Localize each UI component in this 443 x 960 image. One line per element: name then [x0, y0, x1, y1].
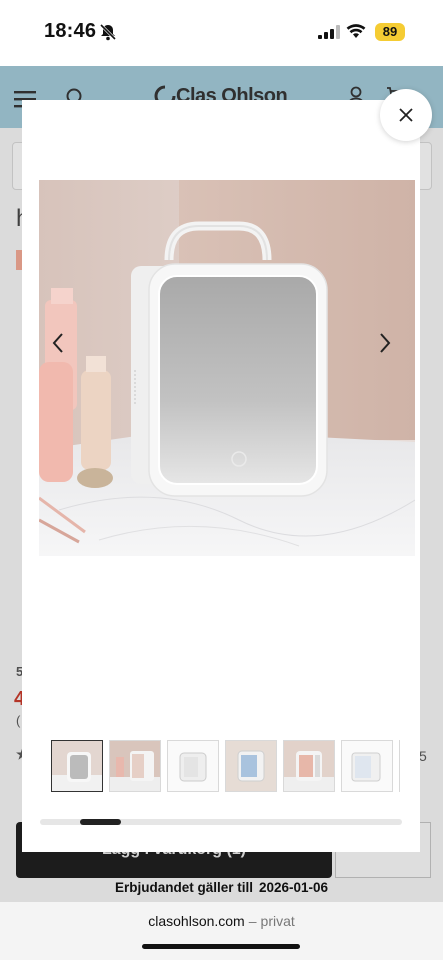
home-indicator[interactable]	[142, 944, 300, 949]
chevron-right-icon	[380, 333, 391, 353]
thumbnail-7[interactable]	[399, 740, 400, 792]
status-bar: 18:46 89	[0, 0, 443, 66]
wifi-icon	[346, 24, 366, 38]
thumbnail-strip[interactable]	[28, 740, 400, 792]
cellular-signal-icon	[318, 25, 340, 39]
battery-indicator: 89	[375, 23, 405, 41]
thumbnail-scroll-thumb[interactable]	[80, 819, 121, 825]
close-icon	[399, 108, 413, 122]
browser-address-bar[interactable]	[0, 902, 443, 960]
mini-fridge-photo	[39, 180, 415, 556]
url-separator: –	[248, 913, 257, 929]
thumbnail-2[interactable]	[109, 740, 161, 792]
thumbnail-5[interactable]	[283, 740, 335, 792]
chevron-left-icon	[52, 333, 63, 353]
status-time: 18:46	[44, 20, 97, 42]
thumbnail-4[interactable]	[225, 740, 277, 792]
product-main-image[interactable]	[39, 180, 415, 556]
thumbnail-3[interactable]	[167, 740, 219, 792]
url-mode-label: privat	[260, 913, 295, 929]
url-domain: clasohlson.com	[148, 913, 245, 929]
browser-url[interactable]: clasohlson.com – privat	[0, 913, 443, 929]
thumbnail-6[interactable]	[341, 740, 393, 792]
close-button[interactable]	[380, 89, 432, 141]
next-image-button[interactable]	[374, 332, 396, 354]
bell-off-icon	[99, 23, 117, 41]
thumbnail-1[interactable]	[51, 740, 103, 792]
previous-image-button[interactable]	[47, 332, 69, 354]
